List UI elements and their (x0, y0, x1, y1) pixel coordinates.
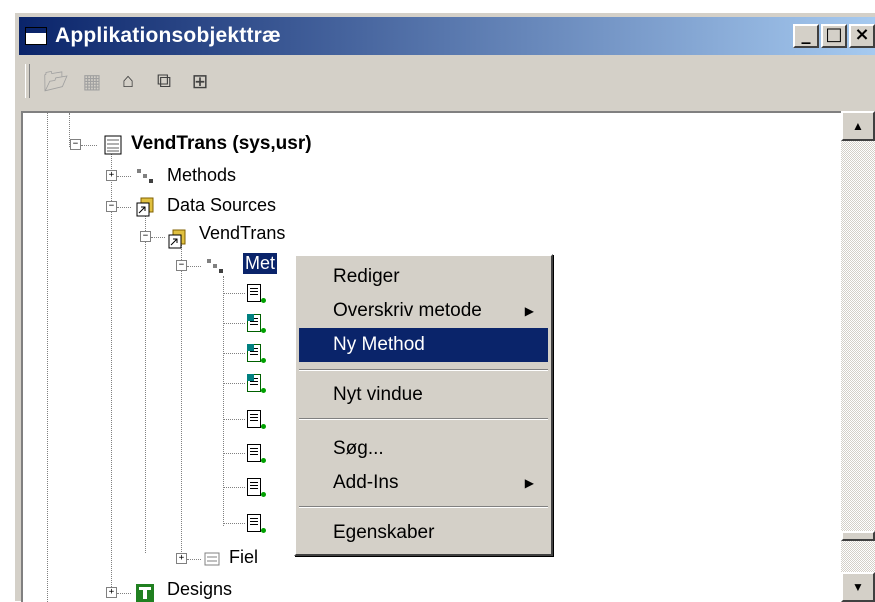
override-method-icon[interactable] (247, 314, 261, 332)
menu-item-search[interactable]: Søg... (299, 432, 548, 466)
menu-item-edit[interactable]: Rediger (299, 260, 548, 294)
tree-node-vendtrans-root[interactable]: VendTrans (sys,usr) (131, 133, 312, 155)
tree-guide (111, 149, 112, 593)
menu-item-label: Ny Method (333, 334, 425, 355)
status-dot-icon (261, 492, 266, 497)
window-app-icon (25, 27, 47, 45)
override-method-icon[interactable] (247, 374, 261, 392)
minimize-button[interactable]: _ (793, 24, 819, 48)
tree-guide (223, 323, 245, 324)
tree-node-data-sources[interactable]: Data Sources (167, 195, 276, 216)
tree-guide (187, 266, 201, 267)
vertical-scrollbar[interactable]: ▲ ▼ (841, 111, 875, 602)
method-icon[interactable] (247, 410, 261, 428)
tree-guide (117, 593, 131, 594)
status-dot-icon (261, 458, 266, 463)
tree-guide (223, 293, 245, 294)
maximize-button[interactable]: □ (821, 24, 847, 48)
menu-item-new-method[interactable]: Ny Method (299, 328, 548, 362)
tree-guide (223, 419, 245, 420)
menu-separator (299, 369, 548, 371)
table-icon (104, 135, 122, 155)
status-dot-icon (261, 358, 266, 363)
tree-node-designs[interactable]: Designs (167, 579, 232, 600)
tree-node-ds-vendtrans[interactable]: VendTrans (199, 223, 285, 244)
menu-item-label: Nyt vindue (333, 384, 423, 405)
menu-item-override[interactable]: Overskriv metode ▶ (299, 294, 548, 328)
tree-guide (223, 383, 245, 384)
status-dot-icon (261, 328, 266, 333)
tree-guide (223, 276, 224, 526)
submenu-arrow-icon: ▶ (524, 304, 534, 318)
collapse-toggle[interactable]: − (176, 260, 187, 271)
collapse-toggle[interactable]: − (140, 231, 151, 242)
tree-guide (47, 113, 48, 602)
properties-icon[interactable]: ⌂ (112, 65, 144, 97)
collapse-toggle[interactable]: − (70, 139, 81, 150)
menu-item-addins[interactable]: Add-Ins ▶ (299, 466, 548, 500)
scroll-thumb[interactable] (841, 531, 875, 541)
tree-guide (187, 559, 201, 560)
open-icon[interactable]: 📂︎ (40, 65, 72, 97)
expand-toggle[interactable]: + (176, 553, 187, 564)
submenu-arrow-icon: ▶ (524, 476, 534, 490)
method-icon[interactable] (247, 444, 261, 462)
tree-guide (81, 145, 97, 146)
expand-toggle[interactable]: + (106, 170, 117, 181)
tree-guide (151, 237, 165, 238)
menu-item-label: Egenskaber (333, 522, 435, 543)
tree-node-ds-methods[interactable]: Met (243, 253, 278, 274)
tree-guide (223, 353, 245, 354)
status-dot-icon (261, 528, 266, 533)
close-button[interactable]: × (849, 24, 875, 48)
method-icon[interactable] (247, 478, 261, 496)
fields-icon (204, 552, 220, 566)
override-method-icon[interactable] (247, 344, 261, 362)
scroll-track[interactable] (841, 141, 875, 572)
status-dot-icon (261, 424, 266, 429)
menu-item-properties[interactable]: Egenskaber (299, 516, 548, 550)
menu-item-label: Rediger (333, 266, 400, 287)
copy-icon[interactable]: ⧉ (148, 65, 180, 97)
data-sources-icon (136, 197, 154, 217)
expand-toggle[interactable]: + (106, 587, 117, 598)
tree-guide (223, 487, 245, 488)
scroll-down-button[interactable]: ▼ (841, 572, 875, 602)
menu-item-label: Overskriv metode (333, 300, 482, 321)
scroll-up-button[interactable]: ▲ (841, 111, 875, 141)
tree-guide (223, 523, 245, 524)
tree-node-fields[interactable]: Fiel (229, 547, 258, 568)
menu-item-new-window[interactable]: Nyt vindue (299, 378, 548, 412)
method-icon[interactable] (247, 284, 261, 302)
tree-guide (145, 213, 146, 553)
methods-icon (137, 169, 153, 183)
status-dot-icon (261, 388, 266, 393)
compare-icon[interactable]: ⊞ (184, 65, 216, 97)
toolbar-grip[interactable] (25, 64, 30, 98)
method-icon[interactable] (247, 514, 261, 532)
tree-guide (117, 207, 131, 208)
toolbar: 📂︎ ▦ ⌂ ⧉ ⊞ (19, 59, 875, 103)
window-title: Applikationsobjekttræ (55, 24, 281, 47)
collapse-toggle[interactable]: − (106, 201, 117, 212)
tree-node-methods[interactable]: Methods (167, 165, 236, 186)
menu-separator (299, 418, 548, 420)
tree-guide (223, 453, 245, 454)
context-menu: Rediger Overskriv metode ▶ Ny Method Nyt … (294, 254, 553, 556)
datasource-icon (168, 229, 186, 249)
title-bar[interactable]: Applikationsobjekttræ _ □ × (19, 17, 875, 55)
tree-guide (117, 176, 131, 177)
menu-item-label: Søg... (333, 438, 384, 459)
methods-icon (207, 259, 223, 273)
menu-separator (299, 506, 548, 508)
save-icon[interactable]: ▦ (76, 65, 108, 97)
menu-item-label: Add-Ins (333, 472, 399, 493)
status-dot-icon (261, 298, 266, 303)
tree-guide (181, 245, 182, 558)
designs-icon (136, 584, 154, 602)
